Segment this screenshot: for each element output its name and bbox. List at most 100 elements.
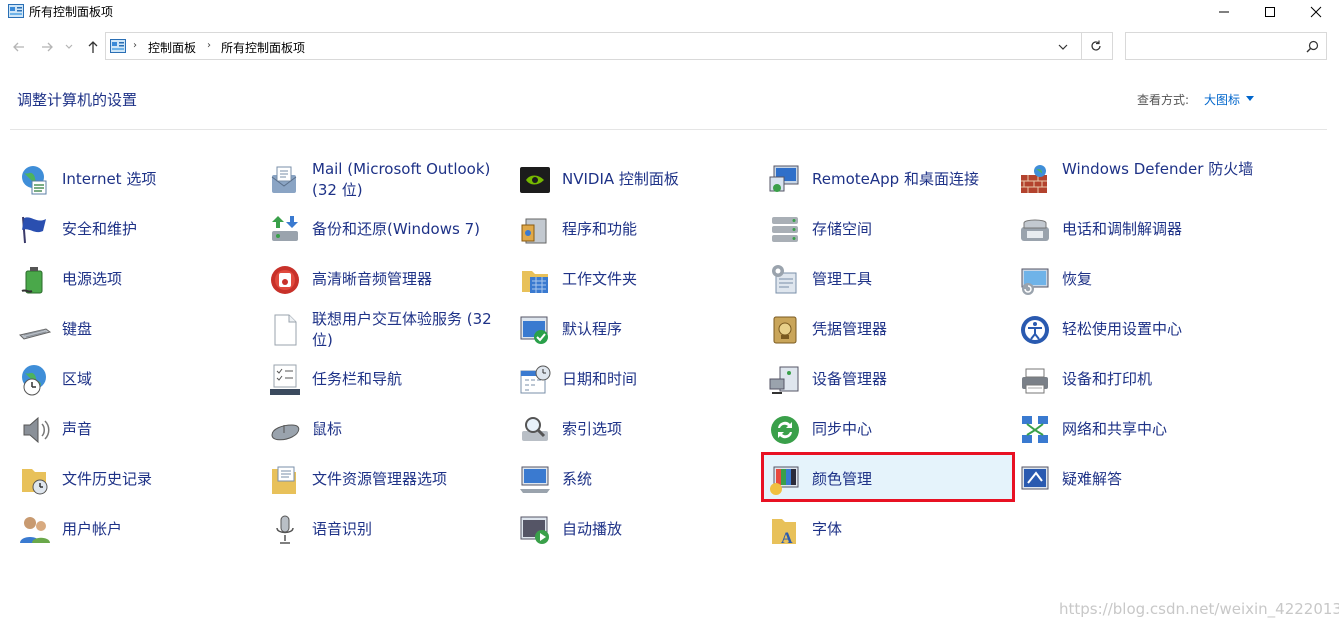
admin-tools-icon [768,263,802,297]
control-panel-item[interactable]: 设备和打印机 [1018,356,1258,402]
address-bar[interactable]: › 控制面板 › 所有控制面板项 [105,32,1113,60]
control-panel-item[interactable]: 程序和功能 [518,206,758,252]
view-by-label: 查看方式: [1137,93,1190,107]
item-label: 高清晰音频管理器 [312,270,433,288]
control-panel-item[interactable]: 管理工具 [768,256,1008,302]
item-label: 区域 [62,370,93,388]
control-panel-item[interactable]: 颜色管理 [768,456,1008,502]
control-panel-item[interactable]: 系统 [518,456,758,502]
control-panel-item[interactable]: 同步中心 [768,406,1008,452]
control-panel-item[interactable]: 高清晰音频管理器 [268,256,508,302]
control-panel-item[interactable]: 区域 [18,356,258,402]
control-panel-item[interactable]: 文件历史记录 [18,456,258,502]
arrow-up-icon [88,41,98,53]
maximize-button[interactable] [1247,0,1293,24]
control-panel-item[interactable]: 用户帐户 [18,506,258,552]
close-icon [1310,6,1322,18]
item-label: NVIDIA 控制面板 [562,170,679,188]
window-title: 所有控制面板项 [29,5,114,19]
chevron-right-icon: › [207,40,211,51]
refresh-icon[interactable] [1089,39,1103,53]
control-panel-item[interactable]: 网络和共享中心 [1018,406,1258,452]
close-button[interactable] [1293,0,1339,24]
item-label: 设备和打印机 [1062,370,1153,388]
control-panel-item[interactable]: 自动播放 [518,506,758,552]
arrow-right-icon [42,42,53,52]
control-panel-item[interactable]: 键盘 [18,306,258,352]
control-panel-item[interactable]: 日期和时间 [518,356,758,402]
storage-icon [768,213,802,247]
up-button[interactable] [83,37,103,57]
network-icon [1018,413,1052,447]
control-panel-item[interactable]: 轻松使用设置中心 [1018,306,1258,352]
item-label: RemoteApp 和桌面连接 [812,170,979,188]
control-panel-item[interactable]: 设备管理器 [768,356,1008,402]
minimize-button[interactable] [1201,0,1247,24]
control-panel-item[interactable]: 任务栏和导航 [268,356,508,402]
globe-icon [18,163,52,197]
control-panel-item[interactable]: 备份和还原(Windows 7) [268,206,508,252]
control-panel-item[interactable]: Windows Defender 防火墙 [1018,156,1258,202]
item-label: Mail (Microsoft Outlook) (32 位) [312,160,491,199]
document-icon [268,313,302,347]
control-panel-item[interactable]: 声音 [18,406,258,452]
control-panel-item[interactable]: 存储空间 [768,206,1008,252]
item-label: 默认程序 [562,320,623,338]
forward-button[interactable] [37,37,57,57]
recent-locations-button[interactable] [62,37,76,57]
control-panel-item[interactable]: 鼠标 [268,406,508,452]
control-panel-item[interactable]: 电源选项 [18,256,258,302]
control-panel-item[interactable]: Mail (Microsoft Outlook) (32 位) [268,156,508,202]
item-label: 系统 [562,470,593,488]
item-label: Internet 选项 [62,170,157,188]
region-icon [18,363,52,397]
chevron-down-icon[interactable] [1056,40,1070,54]
svg-text:A: A [781,530,793,547]
phone-icon [1018,213,1052,247]
control-panel-item[interactable]: 电话和调制解调器 [1018,206,1258,252]
control-panel-item[interactable]: 安全和维护 [18,206,258,252]
search-input[interactable] [1130,36,1304,58]
page-title: 调整计算机的设置 [17,91,138,109]
microphone-icon [268,513,302,547]
recovery-icon [1018,263,1052,297]
control-panel-item[interactable]: 工作文件夹 [518,256,758,302]
control-panel-item[interactable]: 恢复 [1018,256,1258,302]
flag-icon [18,213,52,247]
control-panel-item[interactable]: 索引选项 [518,406,758,452]
item-label: 文件资源管理器选项 [312,470,448,488]
item-label: 备份和还原(Windows 7) [312,220,480,238]
file-history-icon [18,463,52,497]
control-panel-item[interactable]: A 字体 [768,506,1008,552]
credential-icon [768,313,802,347]
users-icon [18,513,52,547]
control-panel-item[interactable]: 疑难解答 [1018,456,1258,502]
view-by-dropdown[interactable]: 大图标 [1204,91,1240,108]
item-label: 安全和维护 [62,220,138,238]
control-panel-item[interactable]: Internet 选项 [18,156,258,202]
speaker-icon [18,413,52,447]
item-label: 存储空间 [812,220,873,238]
fonts-icon: A [768,513,802,547]
caret-down-icon[interactable] [1246,96,1254,101]
control-panel-item[interactable]: 默认程序 [518,306,758,352]
control-panel-item[interactable]: 文件资源管理器选项 [268,456,508,502]
maximize-icon [1265,7,1275,17]
back-button[interactable] [9,37,29,57]
breadcrumb-control-panel[interactable]: 控制面板 [148,39,196,56]
sync-icon [768,413,802,447]
breadcrumb-all-items[interactable]: 所有控制面板项 [221,39,305,56]
item-label: 索引选项 [562,420,623,438]
control-panel-item[interactable]: 语音识别 [268,506,508,552]
control-panel-item[interactable]: NVIDIA 控制面板 [518,156,758,202]
item-label: 日期和时间 [562,370,638,388]
audio-manager-icon [268,263,302,297]
minimize-icon [1219,11,1229,13]
search-box[interactable] [1125,32,1327,60]
control-panel-item[interactable]: RemoteApp 和桌面连接 [768,156,1008,202]
item-label: 文件历史记录 [62,470,153,488]
control-panel-item[interactable]: 凭据管理器 [768,306,1008,352]
control-panel-item[interactable]: 联想用户交互体验服务 (32 位) [268,306,508,352]
item-label: 工作文件夹 [562,270,638,288]
item-label: 设备管理器 [812,370,888,388]
